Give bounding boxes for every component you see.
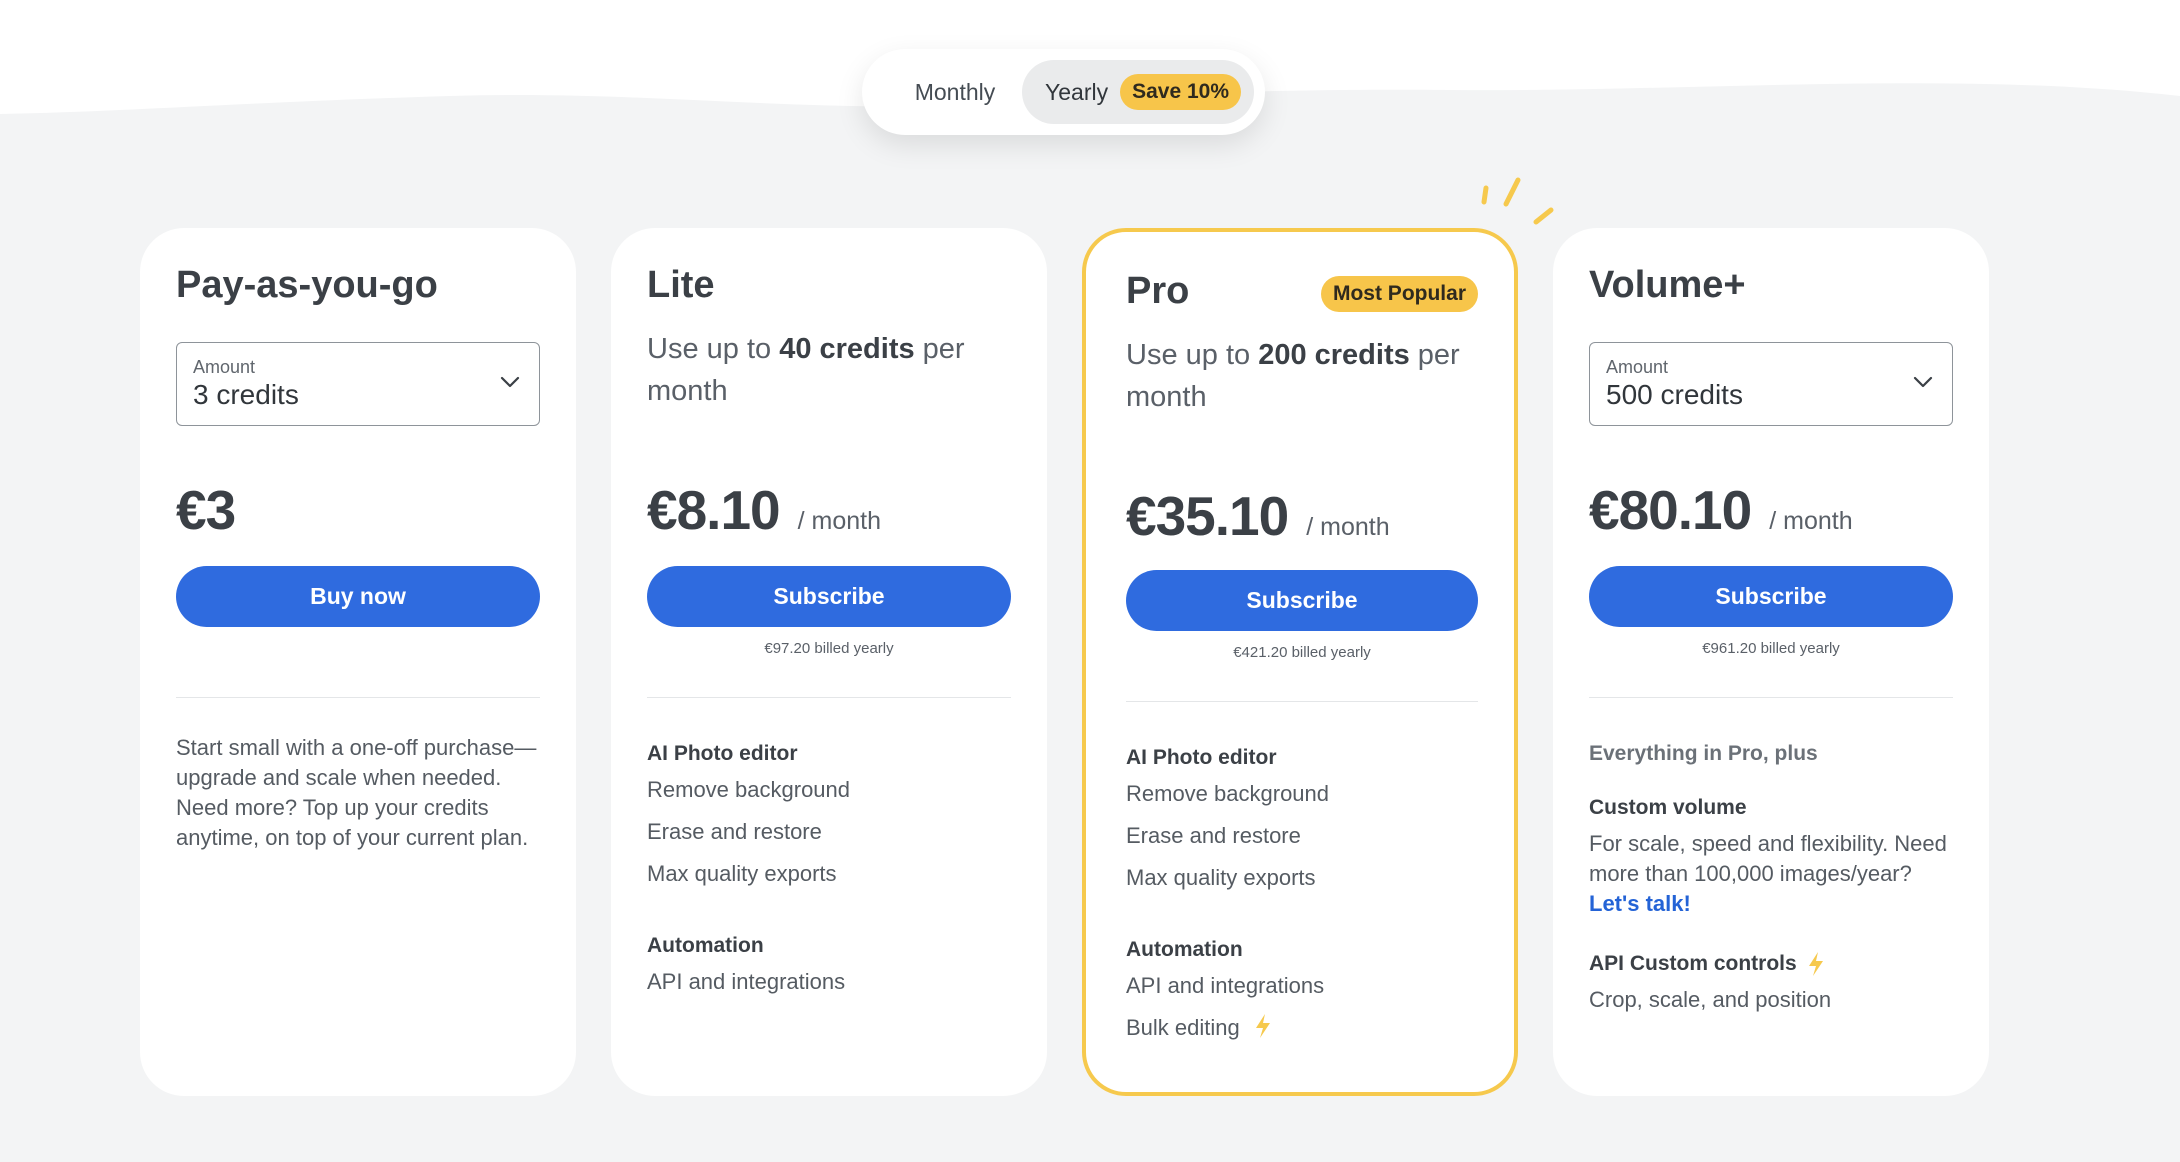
billing-period-toggle: Monthly Yearly Save 10% bbox=[862, 49, 1265, 135]
price-period: / month bbox=[1306, 513, 1390, 541]
feature-item-bulk-editing: Bulk editing bbox=[1126, 1013, 1478, 1055]
card-divider bbox=[1589, 697, 1953, 698]
plan-title: Volume+ bbox=[1589, 264, 1746, 306]
plan-credits-description: Use up to 40 credits per month bbox=[647, 328, 1011, 412]
desc-prefix: Use up to bbox=[1126, 339, 1259, 371]
feature-item: API and integrations bbox=[647, 969, 846, 994]
most-popular-badge: Most Popular bbox=[1320, 276, 1478, 312]
feature-item: Remove background bbox=[647, 777, 851, 802]
credits-amount-select[interactable]: Amount 3 credits bbox=[176, 342, 540, 426]
buy-now-button[interactable]: Buy now bbox=[176, 566, 540, 627]
custom-volume-text: For scale, speed and flexibility. Need m… bbox=[1589, 829, 1953, 919]
billed-yearly-note: €961.20 billed yearly bbox=[1702, 640, 1840, 657]
lets-talk-link[interactable]: Let's talk! bbox=[1589, 891, 1691, 916]
lightning-bolt-icon bbox=[1255, 1014, 1270, 1038]
plan-price: €35.10 bbox=[1126, 485, 1289, 547]
feature-group-heading: AI Photo editor bbox=[647, 742, 798, 765]
feature-group-heading: Custom volume bbox=[1589, 796, 1747, 819]
plan-price: €80.10 bbox=[1589, 479, 1752, 541]
price-period: / month bbox=[1769, 507, 1853, 535]
plan-credits-description: Use up to 200 credits per month bbox=[1126, 334, 1478, 418]
plan-price: €3 bbox=[176, 479, 236, 541]
toggle-yearly-option[interactable]: Yearly Save 10% bbox=[1022, 60, 1254, 124]
desc-prefix: Use up to bbox=[647, 333, 780, 365]
card-divider bbox=[647, 697, 1011, 698]
subscribe-button[interactable]: Subscribe bbox=[1126, 570, 1478, 631]
feature-item-label: Bulk editing bbox=[1126, 1015, 1240, 1040]
feature-item: Max quality exports bbox=[1126, 865, 1316, 890]
billed-yearly-note: €97.20 billed yearly bbox=[764, 640, 894, 657]
plan-description: Start small with a one-off purchase—upgr… bbox=[176, 735, 537, 850]
feature-item: Erase and restore bbox=[647, 819, 822, 844]
toggle-monthly-option[interactable]: Monthly bbox=[878, 60, 1032, 124]
plan-card-pay-as-you-go: Pay-as-you-go Amount 3 credits €3 Buy no… bbox=[140, 228, 576, 1096]
feature-item: Crop, scale, and position bbox=[1589, 987, 1832, 1012]
feature-list: Everything in Pro, plus Custom volume Fo… bbox=[1589, 733, 1953, 1027]
feature-item: Remove background bbox=[1126, 781, 1330, 806]
feature-group-heading: Automation bbox=[647, 934, 764, 957]
chevron-down-icon bbox=[1913, 376, 1933, 388]
desc-credits: 200 credits bbox=[1258, 339, 1410, 371]
price-row: €80.10 / month bbox=[1589, 478, 1853, 542]
plan-description-block: Start small with a one-off purchase—upgr… bbox=[176, 733, 540, 853]
plan-card-pro: Pro Most Popular Use up to 200 credits p… bbox=[1082, 228, 1518, 1096]
subscribe-button[interactable]: Subscribe bbox=[1589, 566, 1953, 627]
custom-volume-description: For scale, speed and flexibility. Need m… bbox=[1589, 831, 1947, 886]
feature-item: Erase and restore bbox=[1126, 823, 1301, 848]
feature-group-heading: API Custom controls bbox=[1589, 952, 1797, 975]
feature-list: AI Photo editor Remove background Erase … bbox=[1126, 737, 1478, 1055]
toggle-yearly-label: Yearly bbox=[1045, 78, 1109, 105]
sparkle-burst-icon bbox=[1481, 177, 1554, 225]
feature-group-heading: Automation bbox=[1126, 938, 1243, 961]
lightning-bolt-icon bbox=[1808, 952, 1823, 976]
select-value: 500 credits bbox=[1606, 379, 1743, 410]
plan-title: Lite bbox=[647, 264, 715, 306]
plan-card-volume-plus: Volume+ Amount 500 credits €80.10 / mont… bbox=[1553, 228, 1989, 1096]
select-label: Amount bbox=[193, 357, 256, 377]
feature-list: AI Photo editor Remove background Erase … bbox=[647, 733, 1011, 1009]
select-label: Amount bbox=[1606, 357, 1669, 377]
credits-amount-select[interactable]: Amount 500 credits bbox=[1589, 342, 1953, 426]
feature-group-heading: AI Photo editor bbox=[1126, 746, 1277, 769]
everything-in-pro-intro: Everything in Pro, plus bbox=[1589, 742, 1818, 765]
billed-yearly-note: €421.20 billed yearly bbox=[1233, 644, 1371, 661]
plan-card-lite: Lite Use up to 40 credits per month €8.1… bbox=[611, 228, 1047, 1096]
card-divider bbox=[1126, 701, 1478, 702]
price-row: €35.10 / month bbox=[1126, 484, 1390, 548]
price-row: €3 bbox=[176, 478, 236, 542]
card-divider bbox=[176, 697, 540, 698]
subscribe-button[interactable]: Subscribe bbox=[647, 566, 1011, 627]
feature-item: API and integrations bbox=[1126, 973, 1325, 998]
feature-item: Max quality exports bbox=[647, 861, 837, 886]
api-custom-controls-heading: API Custom controls bbox=[1589, 943, 1953, 985]
chevron-down-icon bbox=[500, 376, 520, 388]
desc-credits: 40 credits bbox=[779, 333, 915, 365]
plan-title: Pay-as-you-go bbox=[176, 264, 438, 306]
plan-title: Pro bbox=[1126, 270, 1190, 312]
price-period: / month bbox=[797, 507, 882, 535]
plan-price: €8.10 bbox=[647, 479, 781, 541]
select-value: 3 credits bbox=[193, 379, 299, 410]
price-row: €8.10 / month bbox=[647, 478, 881, 542]
save-badge: Save 10% bbox=[1120, 74, 1242, 110]
